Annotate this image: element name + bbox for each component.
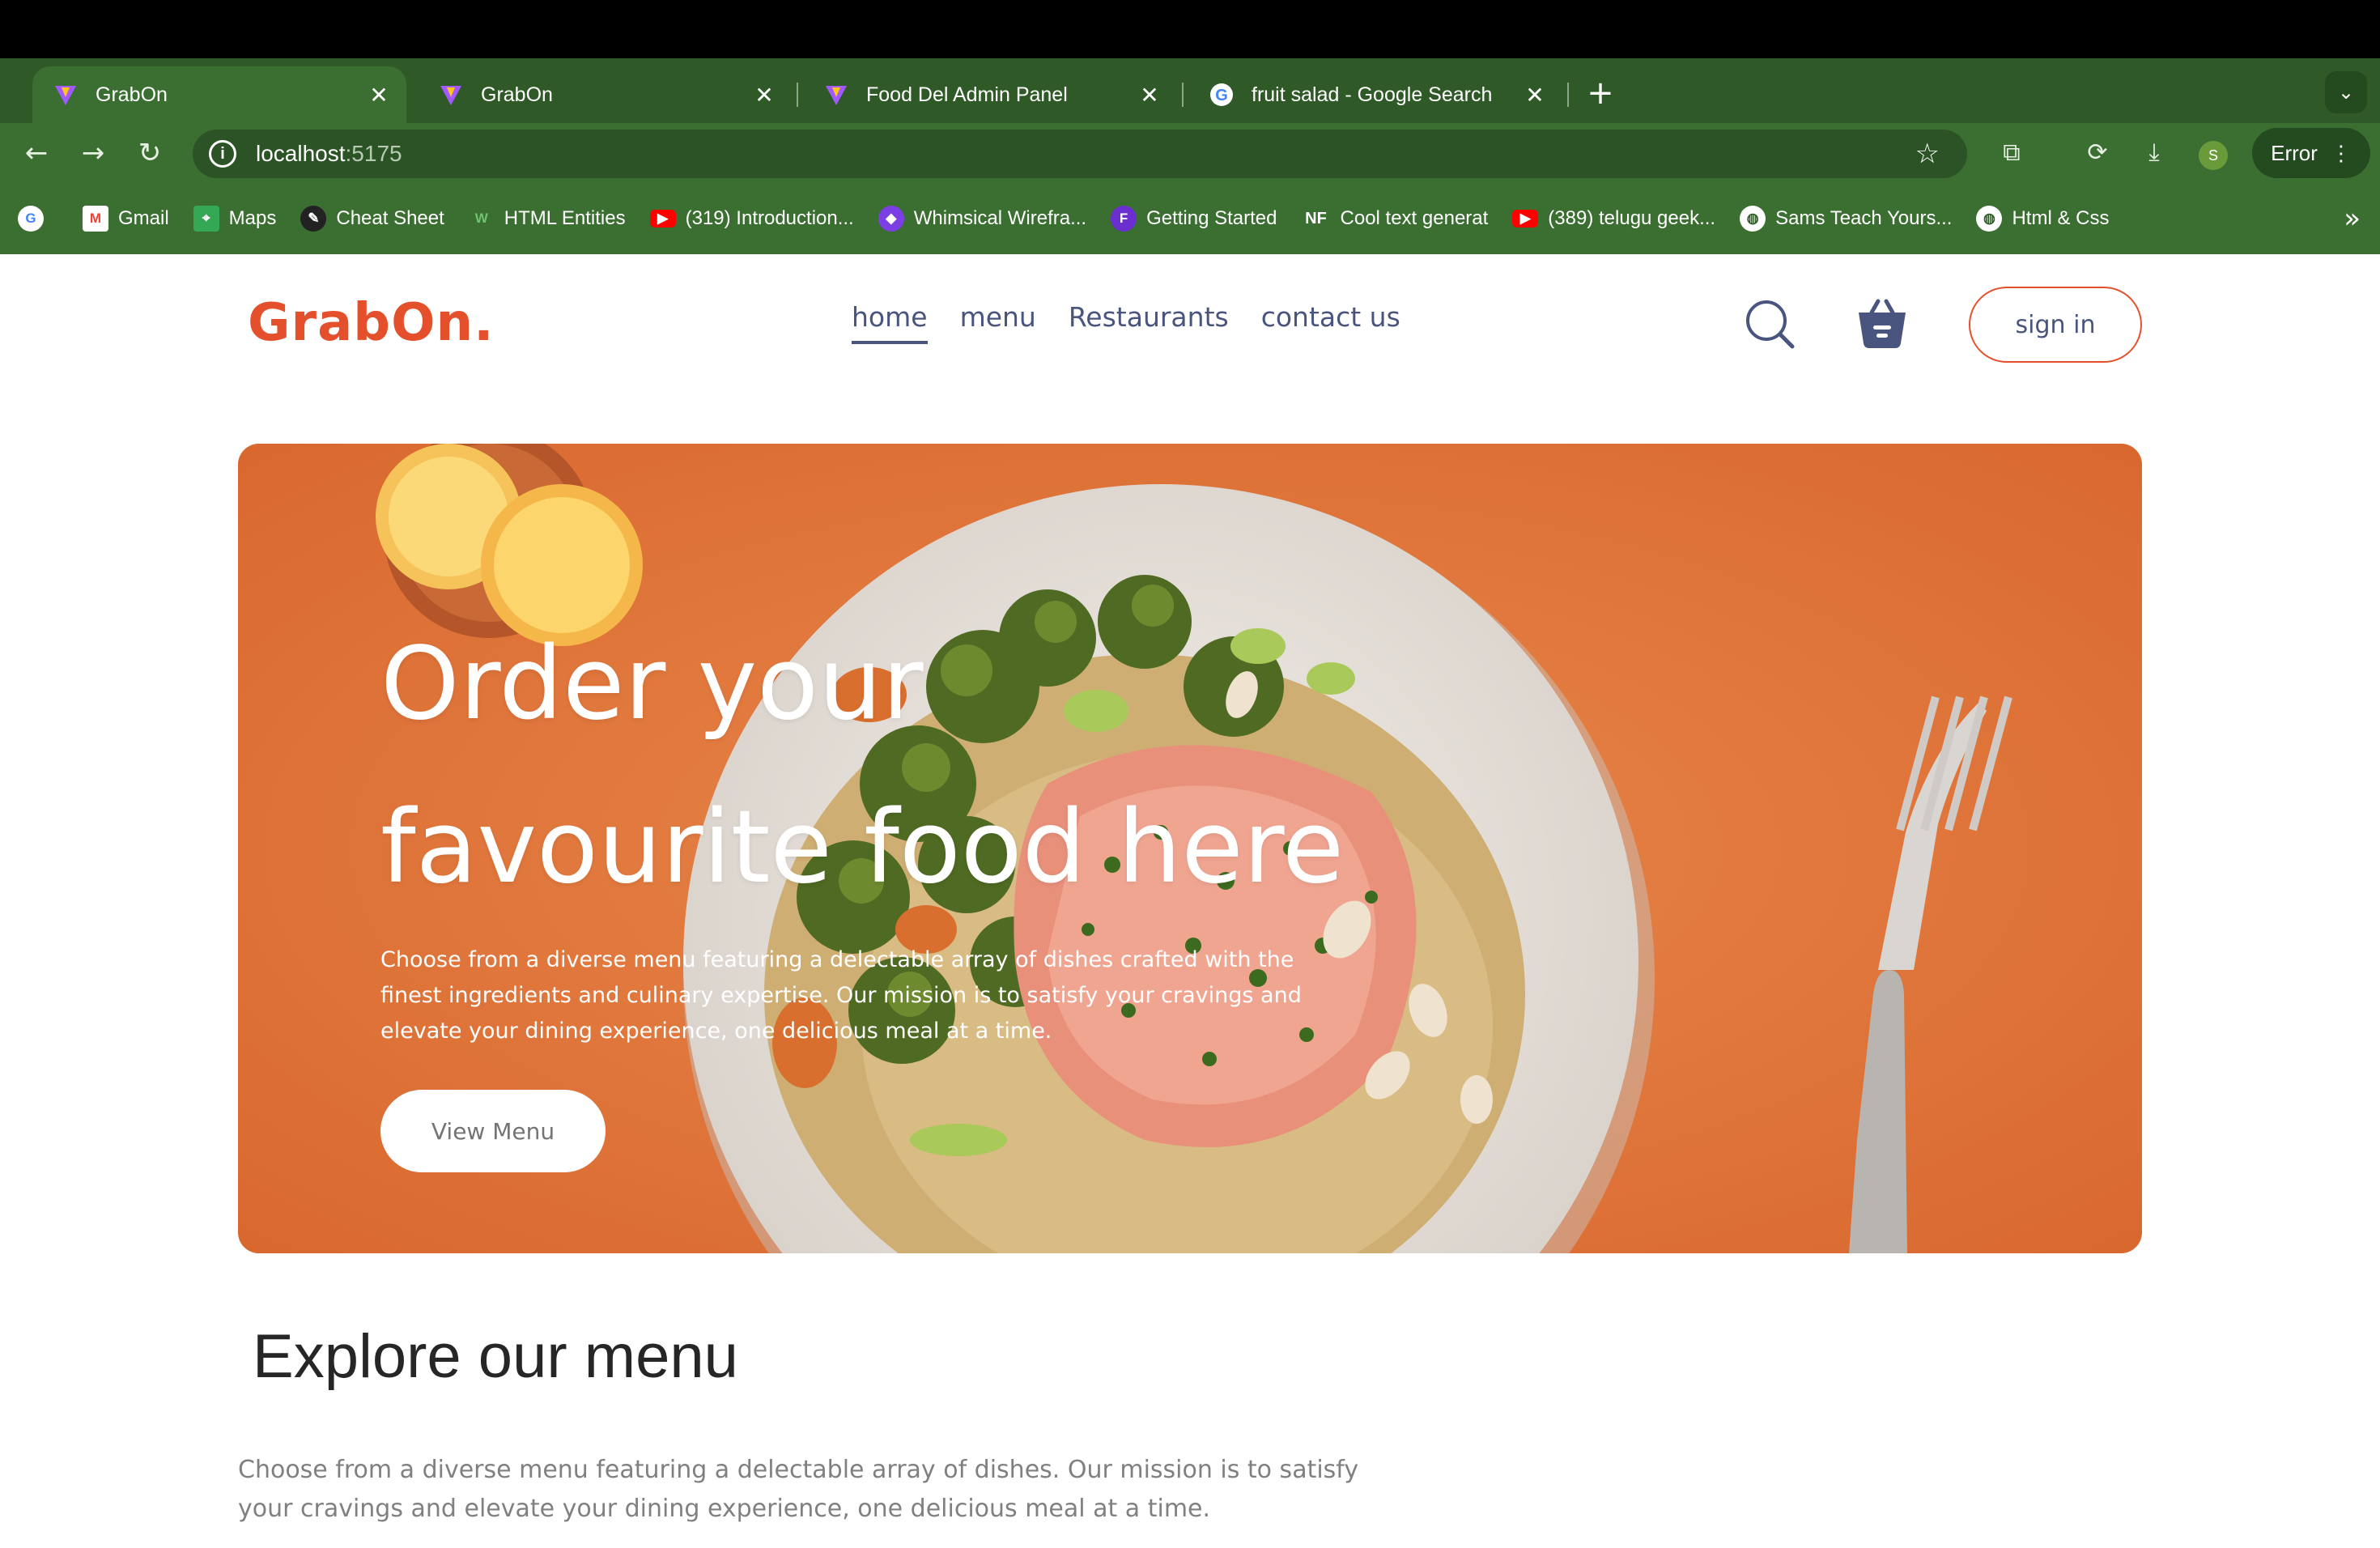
cheatsheet-icon: ✎: [300, 206, 327, 232]
error-menu-button[interactable]: Error ⋮: [2252, 128, 2370, 178]
tab-google-search[interactable]: G fruit salad - Google Search ✕: [1188, 66, 1562, 123]
new-tab-button[interactable]: +: [1580, 73, 1621, 113]
hero-title-line-1: Order your: [380, 626, 924, 742]
nf-icon: NF: [1305, 209, 1327, 228]
bookmark-sams-teach[interactable]: ◍ Sams Teach Yours...: [1740, 206, 1952, 232]
forward-icon[interactable]: →: [73, 133, 113, 173]
bookmark-cheat-sheet[interactable]: ✎ Cheat Sheet: [300, 206, 444, 232]
bookmark-html-entities[interactable]: W HTML Entities: [469, 206, 626, 232]
url-text[interactable]: localhost:5175: [256, 141, 402, 167]
search-icon[interactable]: [1744, 298, 1797, 351]
more-bookmarks-icon[interactable]: »: [2344, 202, 2361, 235]
tab-grabon-1[interactable]: GrabOn ✕: [32, 66, 406, 123]
google-bookmark[interactable]: G: [18, 206, 53, 232]
bookmark-whimsical[interactable]: ◆ Whimsical Wirefra...: [878, 206, 1086, 232]
bookmark-gmail[interactable]: M Gmail: [83, 206, 169, 232]
browser-chrome: GrabOn ✕ GrabOn ✕ Food Del Admin Panel ✕…: [0, 58, 2380, 254]
close-icon[interactable]: ✕: [1133, 82, 1166, 108]
explore-menu-text: Choose from a diverse menu featuring a d…: [238, 1456, 1359, 1523]
reload-icon[interactable]: ↻: [130, 133, 170, 173]
close-icon[interactable]: ✕: [1519, 82, 1551, 108]
kebab-menu-icon: ⋮: [2330, 140, 2352, 165]
bookmarks-bar: G M Gmail ⌖ Maps ✎ Cheat Sheet W HTML Entiti…: [0, 183, 2380, 254]
vite-icon: [822, 81, 850, 108]
url-port: :5175: [345, 141, 402, 166]
hero-banner: Order your favourite food here Choose fr…: [238, 444, 2142, 1253]
tab-admin-panel[interactable]: Food Del Admin Panel ✕: [803, 66, 1177, 123]
site-info-icon[interactable]: i: [209, 140, 236, 168]
site-logo[interactable]: GrabOn.: [248, 293, 494, 353]
nav-home[interactable]: home: [852, 301, 928, 344]
youtube-icon: ▶: [649, 210, 676, 228]
nav-restaurants[interactable]: Restaurants: [1069, 301, 1229, 344]
hero-title-line-2: favourite food here: [380, 789, 1345, 906]
tab-separator: [1567, 83, 1569, 107]
globe-icon: ◍: [1740, 206, 1766, 232]
hero-subtitle: Choose from a diverse menu featuring a d…: [380, 947, 1302, 1044]
whimsical-icon: ◆: [878, 206, 904, 232]
tab-search-button[interactable]: ⌄: [2325, 71, 2367, 113]
bookmark-maps[interactable]: ⌖ Maps: [193, 206, 277, 232]
bookmark-getting-started[interactable]: F Getting Started: [1111, 206, 1277, 232]
bookmark-label: Maps: [228, 207, 277, 229]
error-label: Error: [2271, 140, 2318, 165]
address-bar[interactable]: i localhost:5175 ☆: [193, 130, 1967, 178]
gmail-icon: M: [83, 206, 108, 232]
bookmark-label: Cool text generat: [1340, 207, 1489, 229]
download-icon[interactable]: ⤓: [2134, 133, 2174, 173]
bookmark-label: Whimsical Wirefra...: [913, 207, 1087, 229]
basket-icon[interactable]: [1854, 295, 1910, 351]
w-icon: W: [474, 211, 488, 226]
bookmark-label: Html & Css: [2012, 207, 2110, 229]
system-top-bar: [0, 0, 2380, 58]
youtube-icon: ▶: [1512, 210, 1539, 228]
tab-separator: [1182, 83, 1184, 107]
bookmark-label: (389) telugu geek...: [1548, 207, 1716, 229]
profile-avatar[interactable]: S: [2199, 141, 2228, 170]
tab-strip: GrabOn ✕ GrabOn ✕ Food Del Admin Panel ✕…: [0, 58, 2380, 123]
view-menu-button[interactable]: View Menu: [380, 1090, 606, 1172]
hero-title: Order your favourite food here: [380, 602, 1514, 929]
f-icon: F: [1111, 206, 1137, 232]
close-icon[interactable]: ✕: [363, 82, 395, 108]
vite-icon: [52, 81, 79, 108]
tab-label: GrabOn: [96, 83, 168, 106]
explore-menu-heading: Explore our menu: [253, 1322, 738, 1391]
bookmark-star-icon[interactable]: ☆: [1915, 138, 1940, 170]
google-icon: G: [1208, 81, 1235, 108]
bookmark-label: (319) Introduction...: [685, 207, 854, 229]
bookmark-label: Gmail: [118, 207, 169, 229]
bookmark-youtube-1[interactable]: ▶ (319) Introduction...: [649, 207, 854, 230]
extensions-icon[interactable]: ⧉: [1991, 133, 2032, 173]
vite-icon: [437, 81, 465, 108]
main-nav: home menu Restaurants contact us: [852, 301, 1400, 344]
back-icon[interactable]: ←: [16, 133, 57, 173]
tab-grabon-2[interactable]: GrabOn ✕: [418, 66, 792, 123]
bookmark-label: HTML Entities: [504, 207, 626, 229]
web-page: GrabOn. home menu Restaurants contact us…: [0, 254, 2380, 1548]
bookmark-label: Cheat Sheet: [336, 207, 444, 229]
nav-contact-us[interactable]: contact us: [1261, 301, 1400, 344]
bookmark-cool-text[interactable]: NF Cool text generat: [1302, 206, 1489, 232]
bookmark-label: Sams Teach Yours...: [1775, 207, 1953, 229]
tab-label: fruit salad - Google Search: [1252, 83, 1493, 106]
bookmark-youtube-2[interactable]: ▶ (389) telugu geek...: [1512, 207, 1715, 230]
performance-icon[interactable]: ⟳: [2077, 133, 2118, 173]
globe-icon: ◍: [1976, 206, 2003, 232]
maps-icon: ⌖: [193, 206, 219, 232]
close-icon[interactable]: ✕: [748, 82, 780, 108]
google-icon: G: [18, 206, 44, 232]
url-host: localhost: [256, 141, 346, 166]
sign-in-button[interactable]: sign in: [1969, 287, 2142, 363]
bookmark-label: Getting Started: [1146, 207, 1277, 229]
svg-text:G: G: [1215, 87, 1228, 104]
toolbar: ← → ↻ i localhost:5175 ☆ ⧉ ⟳ ⤓ S Error ⋮: [0, 123, 2380, 183]
tab-label: GrabOn: [481, 83, 553, 106]
nav-menu[interactable]: menu: [960, 301, 1036, 344]
tab-label: Food Del Admin Panel: [866, 83, 1068, 106]
tab-separator: [797, 83, 798, 107]
bookmark-html-css[interactable]: ◍ Html & Css: [1976, 206, 2109, 232]
